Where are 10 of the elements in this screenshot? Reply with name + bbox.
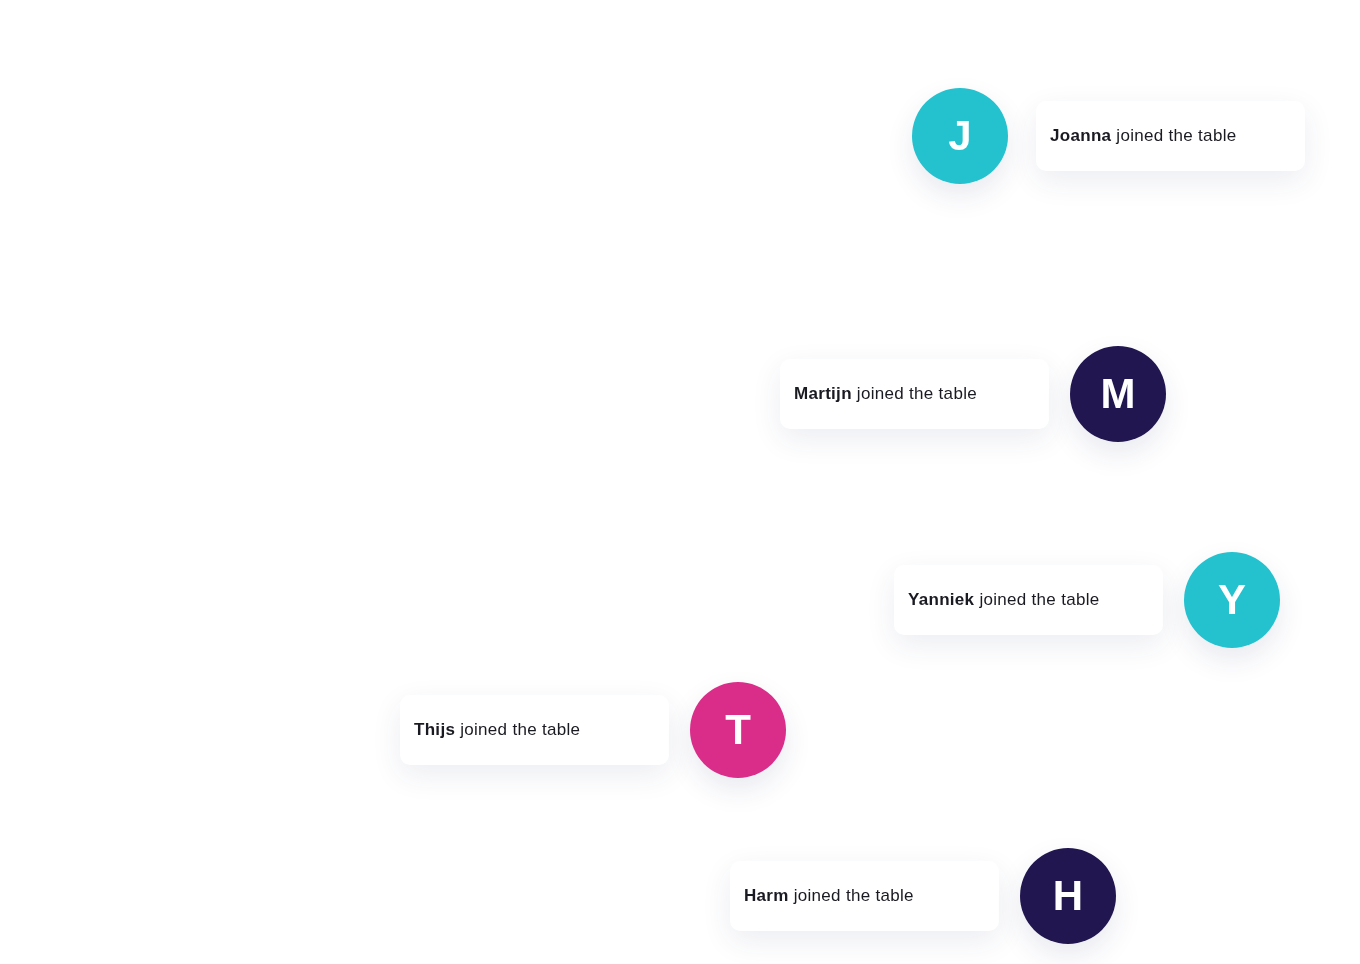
notification-text: Martijn joined the table (794, 384, 977, 404)
notification-text: Joanna joined the table (1050, 126, 1237, 146)
avatar: T (690, 682, 786, 778)
notification-text: Harm joined the table (744, 886, 914, 906)
notification-text: Yanniek joined the table (908, 590, 1100, 610)
avatar: M (1070, 346, 1166, 442)
avatar: J (912, 88, 1008, 184)
notification-text: Thijs joined the table (414, 720, 581, 740)
avatar: Y (1184, 552, 1280, 648)
avatar: H (1020, 848, 1116, 944)
